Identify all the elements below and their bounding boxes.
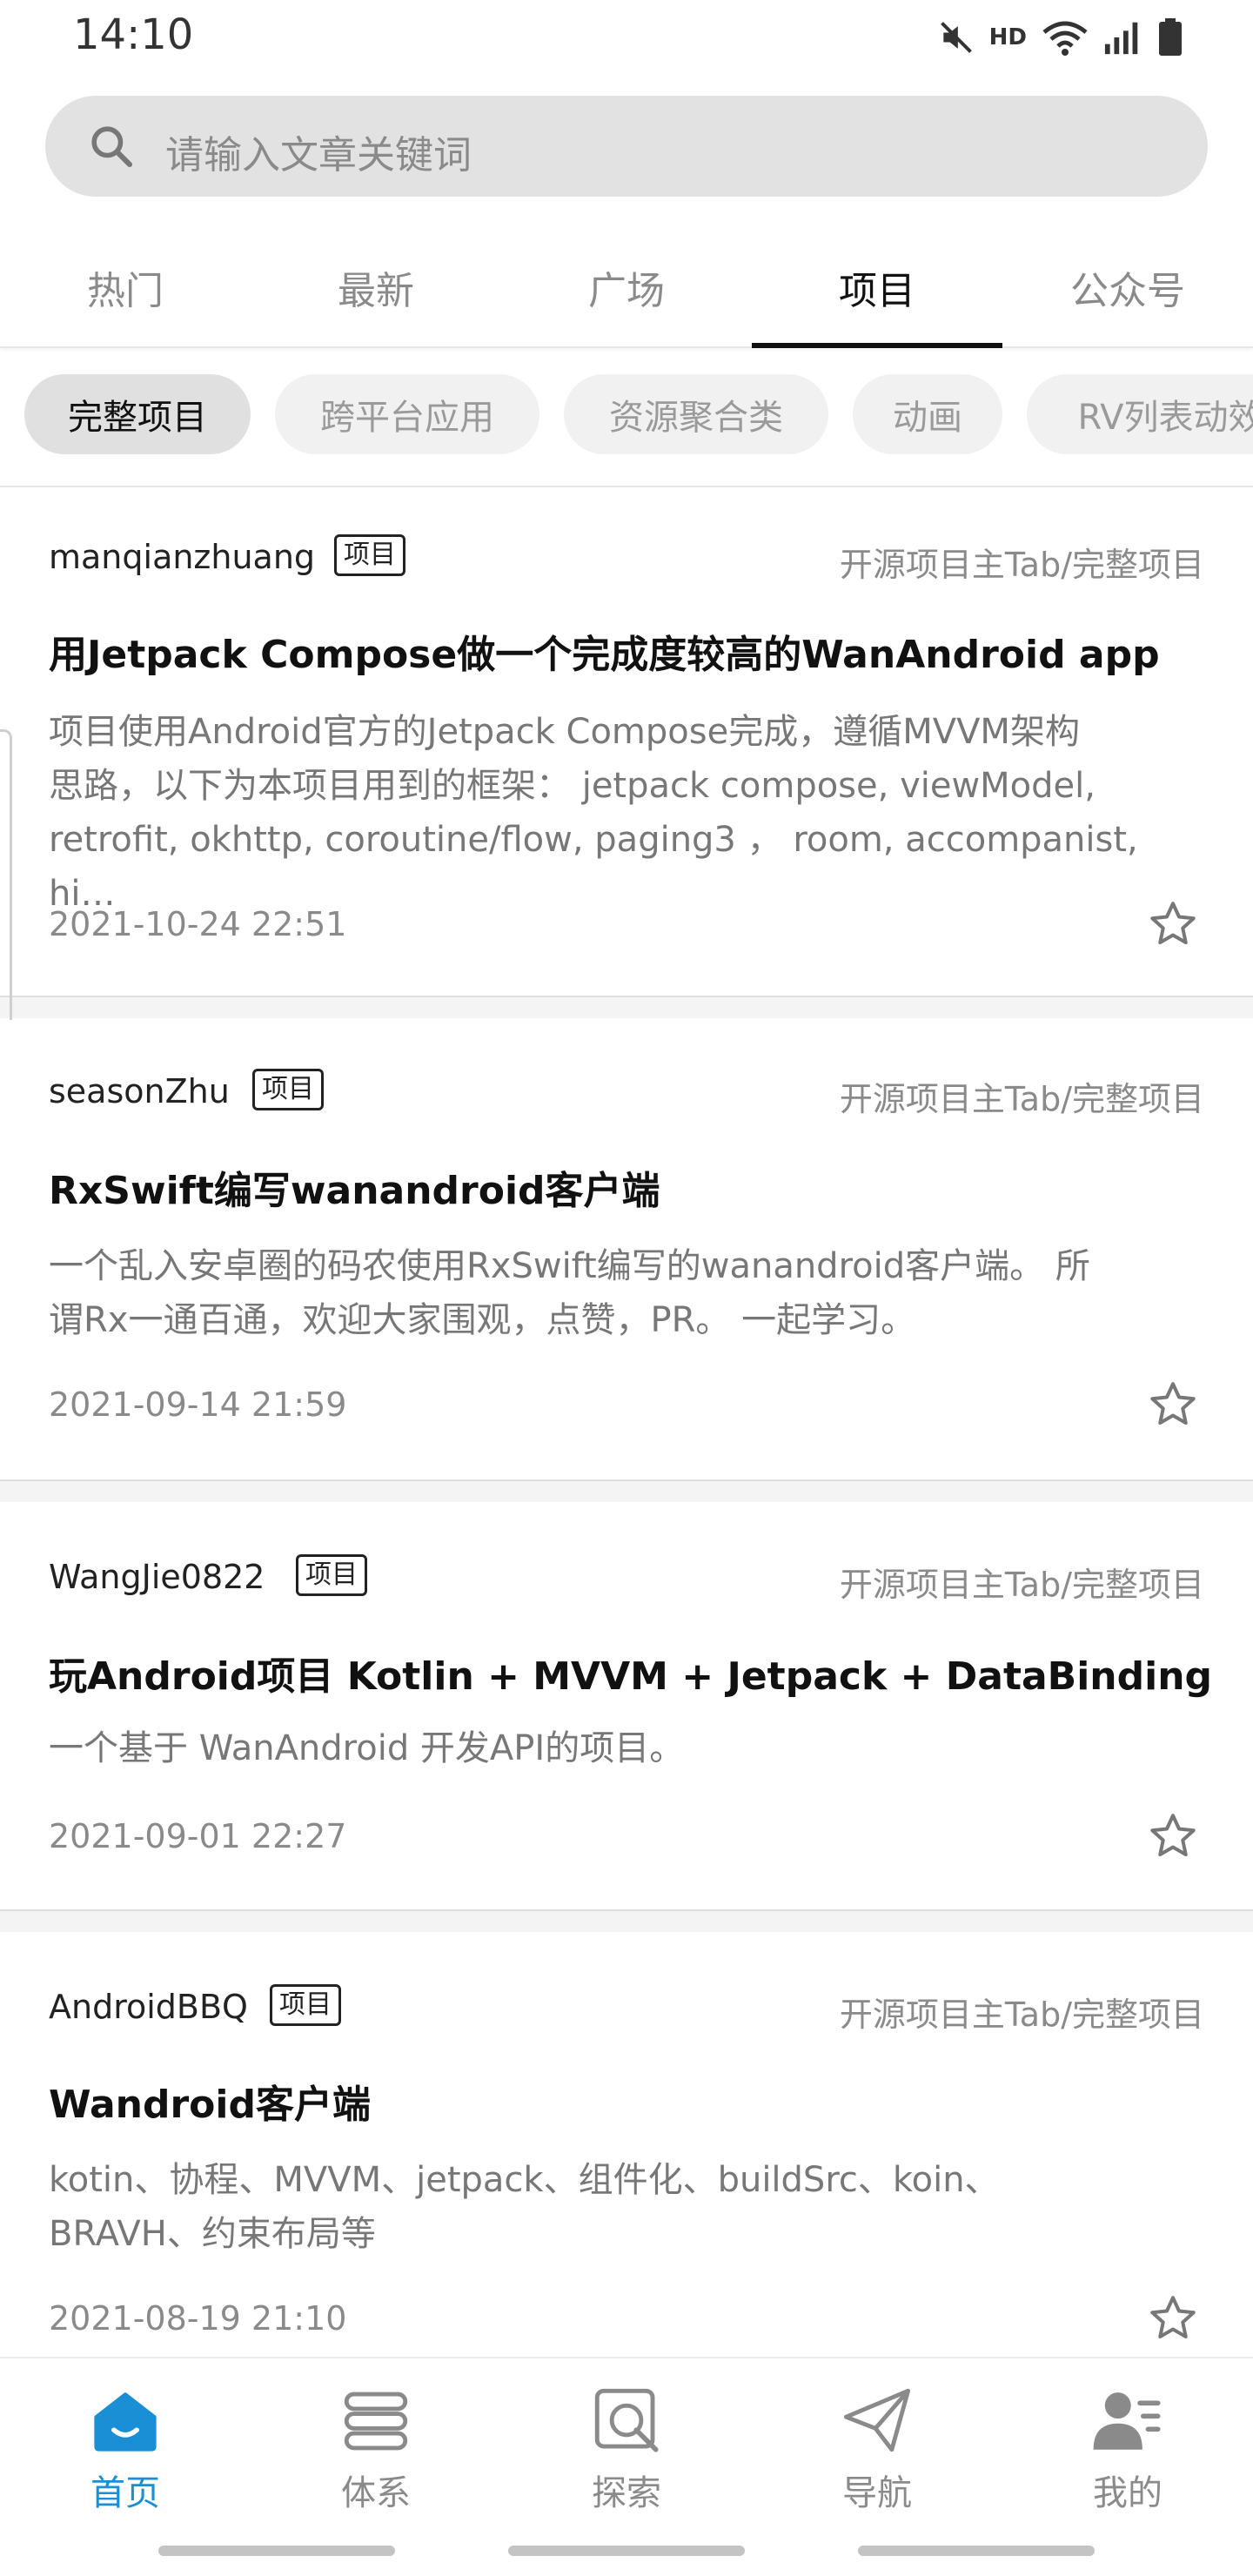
article-card[interactable]: seasonZhu 项目 开源项目主Tab/完整项目 RxSwift编写wana… [0,1020,1253,1479]
star-icon[interactable] [1147,2292,1199,2345]
status-icons: HD [937,16,1183,59]
description-line: 一个乱入安卓圈的码农使用RxSwift编写的wanandroid客户端。 所 [49,1246,1090,1286]
search-input[interactable]: 请输入文章关键词 [45,96,1208,197]
explore-icon [594,2388,659,2452]
article-title: RxSwift编写wanandroid客户端 [49,1169,660,1213]
description-line: 谓Rx一通百通，欢迎大家围观，点赞，PR。 一起学习。 [49,1300,916,1340]
card-separator [0,996,1253,1018]
profile-icon [1093,2392,1161,2450]
search-placeholder: 请输入文章关键词 [165,133,472,178]
article-category[interactable]: 开源项目主Tab/完整项目 [840,1988,1204,2036]
mute-icon [940,22,972,53]
nav-profile[interactable]: 我的 [1002,2381,1253,2529]
category-chips: 完整项目 跨平台应用 资源聚合类 动画 RV列表动效 [0,374,1253,461]
navigation-icon [843,2388,911,2452]
article-card[interactable]: manqianzhuang 项目 开源项目主Tab/完整项目 用Jetpack … [0,487,1253,996]
project-tag: 项目 [252,1069,324,1110]
project-tag: 项目 [296,1554,367,1596]
signal-icon [1104,22,1138,55]
article-title: 玩Android项目 Kotlin + MVVM + Jetpack + Dat… [49,1654,1213,1699]
battery-icon [1159,18,1182,56]
article-title: 用Jetpack Compose做一个完成度较高的WanAndroid app [49,633,1160,677]
tab-hot[interactable]: 热门 [0,218,251,348]
card-separator [0,1909,1253,1932]
article-category[interactable]: 开源项目主Tab/完整项目 [840,538,1204,586]
gesture-bar[interactable] [508,2546,745,2556]
search-icon [91,126,133,168]
tab-project[interactable]: 项目 [752,218,1002,348]
article-card[interactable]: WangJie0822 项目 开源项目主Tab/完整项目 玩Android项目 … [0,1504,1253,1909]
bottom-navigation: 首页 体系 探索 导航 我的 [0,2357,1253,2576]
article-category[interactable]: 开源项目主Tab/完整项目 [840,1072,1204,1120]
article-author: seasonZhu [49,1072,230,1110]
status-time: 14:10 [73,10,194,59]
app-screen: 14:10 HD 请输入文章关键词 热门 最新 广场 项目 公众号 完整项目 跨… [0,0,1253,2576]
description-line: BRAVH、约束布局等 [49,2214,376,2254]
tab-latest[interactable]: 最新 [251,218,501,348]
article-date: 2021-08-19 21:10 [49,2299,347,2338]
nav-home[interactable]: 首页 [0,2381,251,2529]
article-date: 2021-09-14 21:59 [49,1385,347,1424]
nav-profile-label: 我的 [1093,2473,1163,2513]
tab-official-account[interactable]: 公众号 [1002,218,1253,348]
card-separator [0,1479,1253,1502]
star-icon[interactable] [1147,1379,1199,1431]
nav-explore[interactable]: 探索 [501,2381,752,2529]
nav-system-label: 体系 [341,2473,411,2513]
chip-animation[interactable]: 动画 [853,374,1002,454]
home-icon [94,2392,157,2452]
article-author: manqianzhuang [49,538,316,576]
chip-cross-platform[interactable]: 跨平台应用 [275,374,539,454]
nav-explore-label: 探索 [592,2473,661,2513]
chip-rv-list-animation[interactable]: RV列表动效 [1027,374,1253,454]
chip-resource-aggregation[interactable]: 资源聚合类 [564,374,828,454]
wifi-icon [1042,21,1088,56]
article-description: 一个乱入安卓圈的码农使用RxSwift编写的wanandroid客户端。 所 谓… [49,1239,1206,1347]
star-icon[interactable] [1147,1810,1199,1862]
gesture-bar[interactable] [158,2546,395,2556]
hd-icon: HD [988,24,1027,50]
project-tag: 项目 [334,534,405,576]
article-date: 2021-10-24 22:51 [49,905,347,943]
article-description: 一个基于 WanAndroid 开发API的项目。 [49,1721,1206,1775]
tab-square[interactable]: 广场 [501,218,752,348]
gesture-bar[interactable] [858,2546,1095,2556]
chip-complete-project[interactable]: 完整项目 [24,374,251,454]
article-title: Wandroid客户端 [49,2083,371,2127]
main-tabs: 热门 最新 广场 项目 公众号 [0,218,1253,348]
status-bar: 14:10 HD [0,0,1253,77]
description-line: 一个基于 WanAndroid 开发API的项目。 [49,1728,685,1768]
description-line: 项目使用Android官方的Jetpack Compose完成，遵循MVVM架构 [49,712,1080,752]
article-author: WangJie0822 [49,1558,265,1596]
nav-home-label: 首页 [90,2473,160,2513]
nav-navigation-label: 导航 [842,2473,912,2513]
article-card[interactable]: AndroidBBQ 项目 开源项目主Tab/完整项目 Wandroid客户端 … [0,1934,1253,2357]
layers-icon [344,2392,408,2451]
description-line: kotin、协程、MVVM、jetpack、组件化、buildSrc、koin、 [49,2160,1000,2200]
article-author: AndroidBBQ [49,1988,248,2026]
article-category[interactable]: 开源项目主Tab/完整项目 [840,1558,1204,1606]
star-icon[interactable] [1147,898,1199,950]
nav-system[interactable]: 体系 [251,2381,501,2529]
project-tag: 项目 [270,1984,341,2026]
article-description: kotin、协程、MVVM、jetpack、组件化、buildSrc、koin、… [49,2153,1206,2261]
article-date: 2021-09-01 22:27 [49,1817,347,1855]
nav-navigation[interactable]: 导航 [752,2381,1002,2529]
description-line: 思路，以下为本项目用到的框架： jetpack compose, viewMod… [49,766,1096,806]
article-description: 项目使用Android官方的Jetpack Compose完成，遵循MVVM架构… [49,705,1206,921]
